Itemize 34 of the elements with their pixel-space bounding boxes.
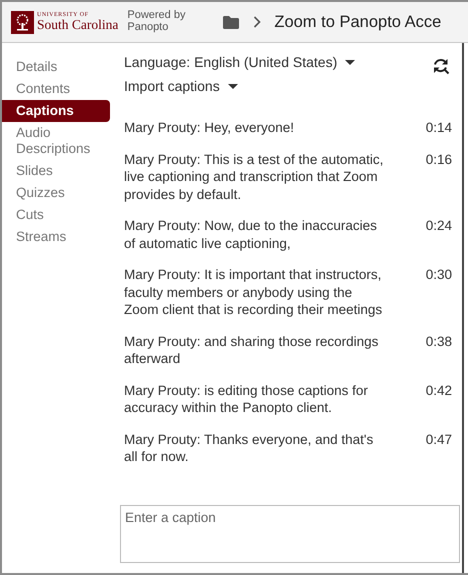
caption-time[interactable]: 0:24	[426, 217, 452, 252]
powered-by-label: Powered by Panopto	[127, 10, 186, 34]
caption-time[interactable]: 0:47	[426, 430, 452, 466]
caption-text[interactable]: Mary Prouty: Now, due to the inaccuracies of automatic live captioning,	[124, 217, 384, 252]
sidebar-item[interactable]: Details	[2, 56, 110, 78]
sidebar-item[interactable]: Streams	[2, 226, 110, 248]
folder-icon[interactable]	[223, 16, 240, 28]
caption-text[interactable]: Mary Prouty: is editing those captions for accuracy within the Panopto client.	[124, 382, 384, 416]
caption-time[interactable]: 0:30	[426, 266, 452, 318]
caption-text[interactable]: Mary Prouty: This is a test of the automatic, live captioning and transcription that Zoom provides by default.	[124, 150, 384, 203]
session-title: Zoom to Panopto Acce	[274, 12, 442, 32]
caption-text[interactable]: Mary Prouty: Thanks everyone, and that's all for now.	[124, 430, 384, 466]
sidebar-item[interactable]: Quizzes	[2, 182, 110, 204]
caption-text[interactable]: Mary Prouty: It is important that instructors, faculty members or anybody using the Zoom client that is recording their meetings	[124, 266, 384, 318]
caption-text[interactable]: Mary Prouty: and sharing those recordings afterward	[124, 332, 384, 368]
caption-time[interactable]: 0:16	[426, 150, 452, 203]
chevron-right-icon	[253, 16, 262, 28]
caption-input-field[interactable]: Enter a caption	[120, 505, 460, 563]
caption-time[interactable]: 0:42	[426, 382, 452, 416]
language-dropdown[interactable]: Language: English (United States)	[124, 53, 356, 71]
refresh-search-icon[interactable]	[432, 57, 450, 75]
caption-text[interactable]: Mary Prouty: Hey, everyone!	[124, 119, 384, 136]
sidebar-item[interactable]: Captions	[2, 100, 110, 122]
import-captions-dropdown[interactable]: Import captions	[124, 77, 356, 95]
caption-time[interactable]: 0:38	[426, 332, 452, 368]
sidebar-item[interactable]: Slides	[2, 160, 110, 182]
caret-icon	[345, 60, 356, 64]
caption-time[interactable]: 0:14	[426, 119, 452, 136]
sidebar-item[interactable]: Cuts	[2, 204, 110, 226]
sidebar-item[interactable]: Audio Descriptions	[2, 122, 110, 160]
caret-icon	[228, 84, 238, 88]
university-name: South Carolina	[37, 18, 118, 32]
sidebar-item[interactable]: Contents	[2, 78, 110, 100]
tree-logo-icon	[11, 10, 34, 34]
